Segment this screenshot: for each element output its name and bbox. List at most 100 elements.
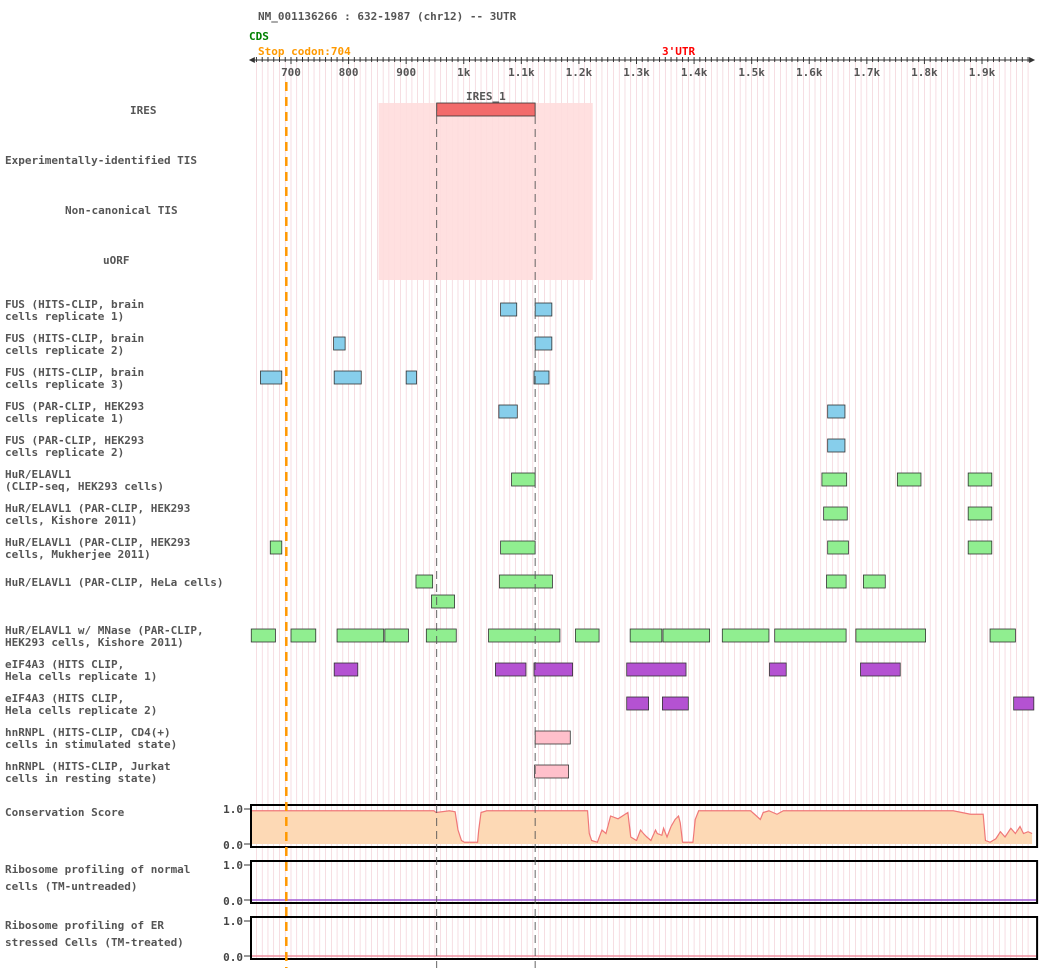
panel-ytick: 1.0	[223, 859, 243, 872]
feature-block	[488, 628, 561, 643]
feature-block	[1013, 696, 1035, 711]
tick-label: 1.5k	[738, 66, 765, 79]
panel-frame	[250, 860, 1039, 904]
tick-label: 1k	[457, 66, 471, 79]
feature-block	[967, 506, 993, 521]
track-label: Hela cells replicate 1)	[5, 670, 157, 683]
panel-ytick: 1.0	[223, 803, 243, 816]
feature-block	[626, 696, 649, 711]
feature-block	[534, 730, 571, 745]
track-label: HEK293 cells, Kishore 2011)	[5, 636, 184, 649]
feature-block	[269, 540, 283, 555]
cds-label: CDS	[249, 30, 269, 43]
feature-block	[662, 696, 689, 711]
feature-block	[500, 540, 536, 555]
feature-block	[431, 594, 455, 609]
feature-block	[855, 628, 926, 643]
ires-name: IRES_1	[466, 90, 506, 103]
feature-block	[769, 662, 787, 677]
feature-block	[534, 336, 553, 351]
feature-block	[499, 574, 553, 589]
feature-block	[862, 574, 886, 589]
x-axis: 700 800 900 1k 1.1k 1.2k 1.3k 1.4k 1.5k 1.6k 1.7k 1…	[248, 57, 1036, 79]
feature-block	[827, 438, 846, 453]
feature-block	[860, 662, 901, 677]
ires-bar	[436, 102, 536, 117]
tick-label: 800	[339, 66, 359, 79]
tick-label: 1.8k	[911, 66, 938, 79]
track-label: uORF	[103, 254, 130, 267]
panel-label: stressed Cells (TM-treated)	[5, 936, 184, 949]
tick-label: 700	[281, 66, 301, 79]
feature-block	[774, 628, 847, 643]
feature-block	[290, 628, 317, 643]
track-label: HuR/ELAVL1 (PAR-CLIP, HeLa cells)	[5, 576, 224, 589]
feature-block	[967, 472, 993, 487]
feature-block	[626, 662, 687, 677]
tick-label: 1.7k	[854, 66, 881, 79]
track-label: Non-canonical TIS	[65, 204, 178, 217]
panel-ytick: 0.0	[223, 895, 243, 908]
tracks: IRES_1 IRES Experimentally-identified TIS N…	[5, 90, 1035, 785]
feature-block	[260, 370, 283, 385]
genome-track-chart: NM_001136266 : 632-1987 (chr12) -- 3UTR …	[5, 10, 1039, 968]
track-label: Hela cells replicate 2)	[5, 704, 157, 717]
feature-block	[495, 662, 527, 677]
panel-ytick: 0.0	[223, 839, 243, 852]
track-label: cells replicate 3)	[5, 378, 124, 391]
track-label: IRES	[130, 104, 157, 117]
feature-block	[533, 662, 573, 677]
track-label: cells in stimulated state)	[5, 738, 177, 751]
feature-block	[821, 472, 848, 487]
track-label: cells replicate 1)	[5, 412, 124, 425]
feature-block	[629, 628, 663, 643]
panel-label: Ribosome profiling of normal	[5, 863, 190, 876]
stop-codon-label: Stop codon:704	[258, 45, 351, 58]
feature-block	[533, 370, 550, 385]
tick-label: 1.6k	[796, 66, 823, 79]
track-label: (CLIP-seq, HEK293 cells)	[5, 480, 164, 493]
feature-block	[511, 472, 536, 487]
tick-label: 1.3k	[623, 66, 650, 79]
feature-block	[250, 628, 276, 643]
tick-label: 1.1k	[508, 66, 535, 79]
feature-block	[336, 628, 385, 643]
track-label: cells replicate 2)	[5, 344, 124, 357]
feature-block	[534, 302, 553, 317]
feature-block	[721, 628, 770, 643]
tick-label: 1.9k	[969, 66, 996, 79]
feature-block	[989, 628, 1016, 643]
panel-ytick: 0.0	[223, 951, 243, 964]
header: NM_001136266 : 632-1987 (chr12) -- 3UTR …	[249, 10, 695, 58]
track-label: cells replicate 1)	[5, 310, 124, 323]
feature-block	[826, 574, 847, 589]
feature-block	[405, 370, 417, 385]
axis-arrow-left	[248, 57, 255, 63]
feature-block	[425, 628, 457, 643]
panel-label: Conservation Score	[5, 806, 125, 819]
feature-block	[823, 506, 848, 521]
feature-block	[575, 628, 600, 643]
feature-block	[662, 628, 711, 643]
tick-label: 900	[396, 66, 416, 79]
feature-block	[534, 764, 569, 779]
feature-block	[498, 404, 518, 419]
panel-ytick: 1.0	[223, 915, 243, 928]
transcript-title: NM_001136266 : 632-1987 (chr12) -- 3UTR	[258, 10, 517, 23]
track-label: cells, Mukherjee 2011)	[5, 548, 151, 561]
feature-block	[333, 370, 362, 385]
feature-block	[333, 662, 359, 677]
ires-region-shade	[378, 103, 593, 280]
track-label: cells in resting state)	[5, 772, 157, 785]
feature-block	[827, 404, 846, 419]
track-label: cells replicate 2)	[5, 446, 124, 459]
track-label: Experimentally-identified TIS	[5, 154, 197, 167]
feature-block	[827, 540, 849, 555]
track-label: cells, Kishore 2011)	[5, 514, 137, 527]
panel-label: Ribosome profiling of ER	[5, 919, 164, 932]
panel-label: cells (TM-untreaded)	[5, 880, 137, 893]
feature-block	[333, 336, 346, 351]
panel-frame	[250, 916, 1039, 960]
utr-label: 3'UTR	[662, 45, 695, 58]
feature-block	[500, 302, 518, 317]
